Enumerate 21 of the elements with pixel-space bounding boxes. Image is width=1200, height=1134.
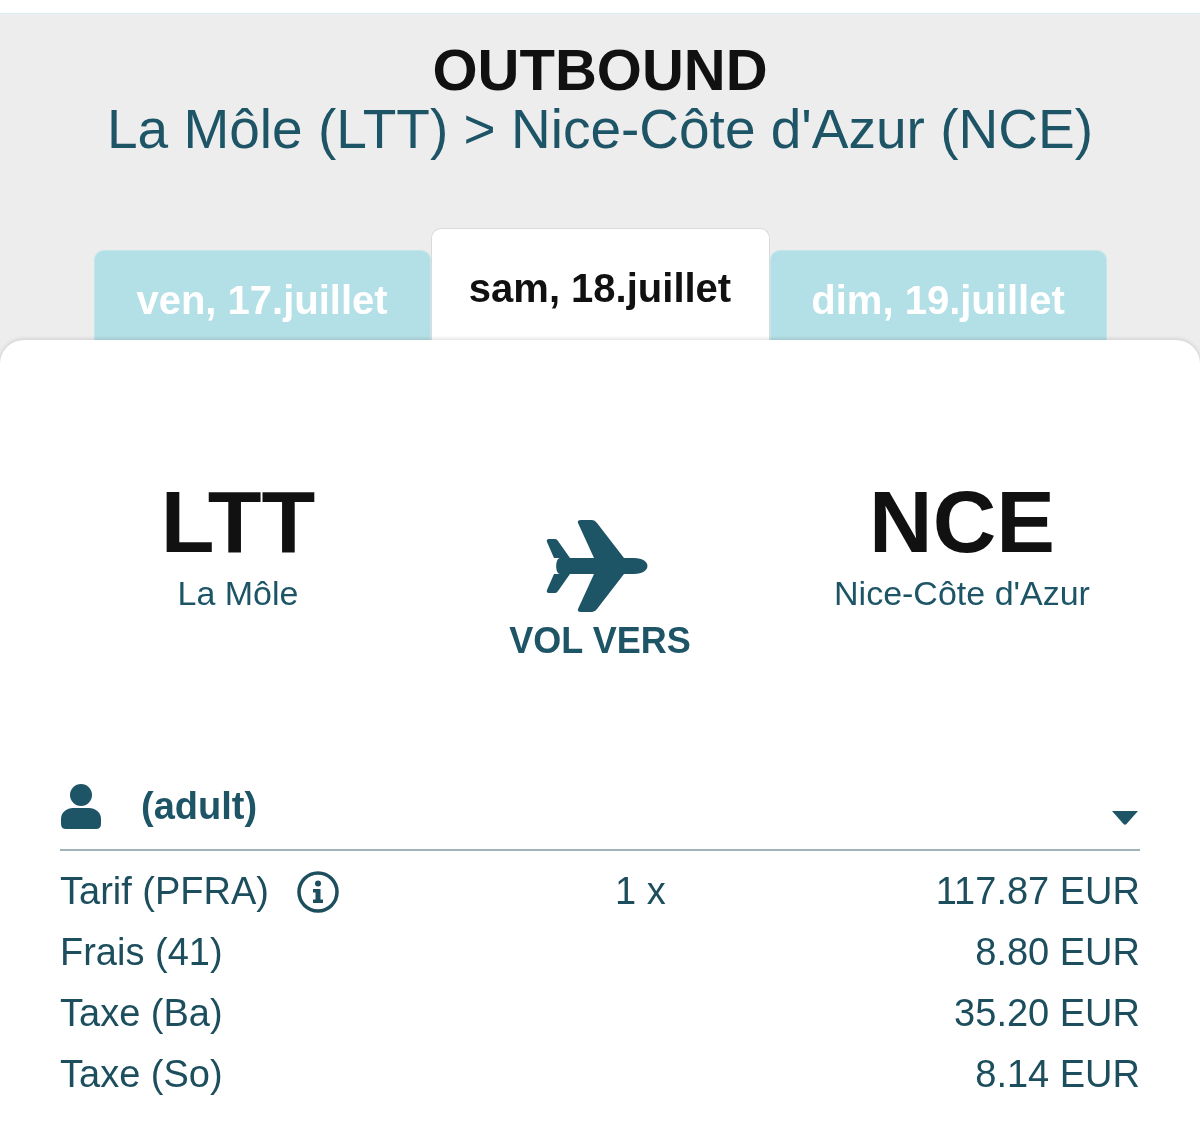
- fare-label: Tarif (PFRA): [60, 870, 269, 913]
- flight-direction-label: VOL VERS: [509, 620, 691, 662]
- fare-amount: 8.80 EUR: [975, 931, 1140, 974]
- fare-quantity: 1 x: [615, 870, 666, 913]
- date-tab[interactable]: dim, 19.juillet: [769, 250, 1107, 340]
- fare-label: Taxe (Ba): [60, 992, 223, 1035]
- caret-icon[interactable]: [1112, 811, 1138, 825]
- airport-name: La Môle: [177, 573, 299, 613]
- info-icon[interactable]: [297, 870, 339, 913]
- fare-amount: 8.14 EUR: [975, 1053, 1140, 1096]
- passenger-type-label: (adult): [141, 784, 258, 829]
- fare-amount: 35.20 EUR: [954, 992, 1140, 1035]
- fare-label: Frais (41): [60, 931, 223, 974]
- date-tab[interactable]: ven, 17.juillet: [93, 250, 431, 340]
- date-tab[interactable]: sam, 18.juillet: [430, 228, 770, 340]
- airport-name: Nice-Côte d'Azur: [834, 573, 1090, 613]
- fare-amount: 117.87 EUR: [935, 870, 1140, 913]
- person-icon: [60, 783, 102, 829]
- airport-code: NCE: [869, 478, 1055, 566]
- airport-code: LTT: [160, 478, 316, 566]
- fare-label: Taxe (So): [60, 1053, 223, 1096]
